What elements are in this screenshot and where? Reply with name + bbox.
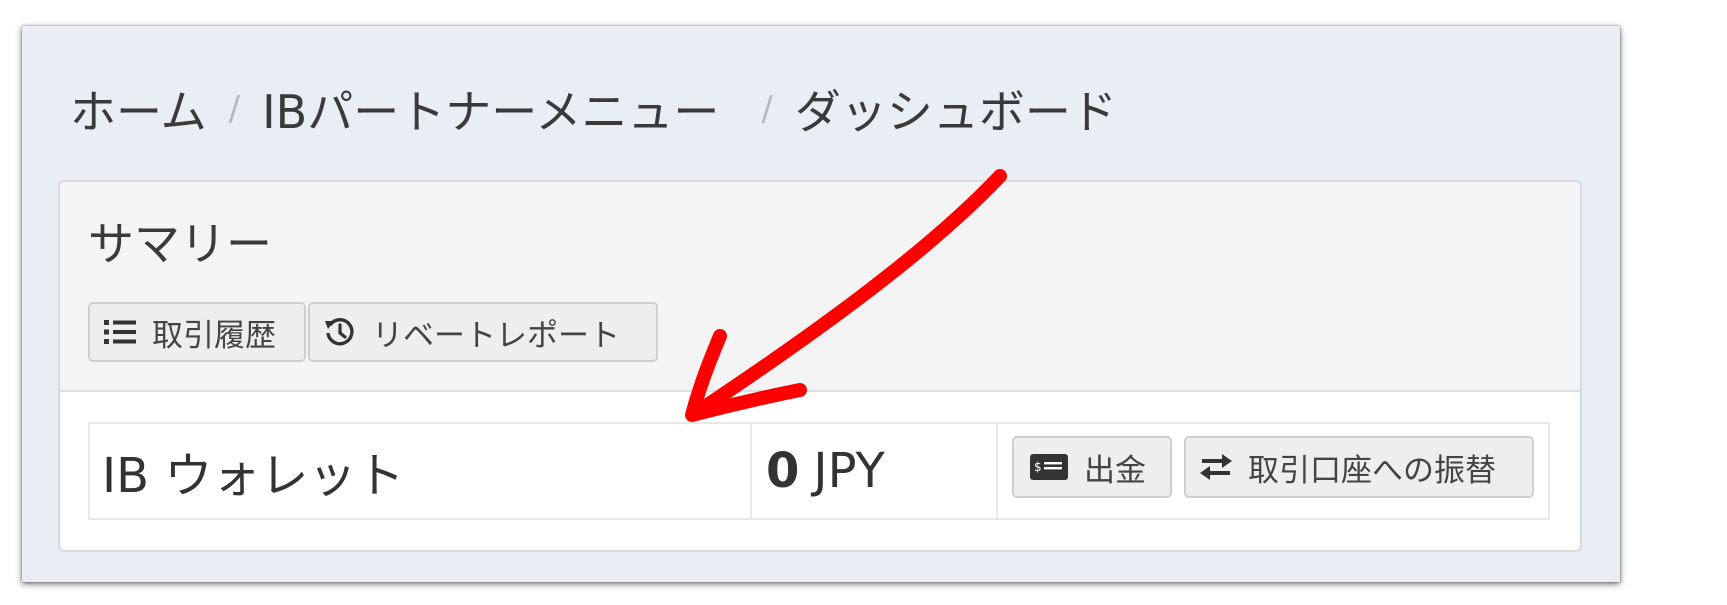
breadcrumb-ib-menu[interactable]: IBパートナーメニュー	[262, 76, 719, 142]
breadcrumb-home[interactable]: ホーム	[70, 76, 207, 142]
breadcrumb-current: ダッシュボード	[794, 85, 1117, 139]
transfer-button[interactable]: 取引口座への振替	[1184, 436, 1534, 498]
withdraw-button[interactable]: $ 出金	[1012, 436, 1172, 498]
wallet-row: IB ウォレット 0 JPY $ 出金 取引口座への振替	[88, 422, 1550, 520]
wallet-amount: 0	[766, 443, 800, 499]
summary-panel: サマリー 取引履歴 リベートレポート IB ウォレット 0 JPY $ 出金 取…	[58, 180, 1582, 552]
rebate-report-button[interactable]: リベートレポート	[308, 302, 658, 362]
wallet-actions: $ 出金 取引口座への振替	[998, 424, 1548, 518]
svg-text:$: $	[1034, 460, 1042, 474]
wallet-currency: JPY	[813, 443, 885, 499]
rebate-report-label: リベートレポート	[372, 317, 620, 354]
wallet-balance: 0 JPY	[752, 424, 998, 518]
dashboard-frame: ホーム / IBパートナーメニュー / ダッシュボード サマリー 取引履歴 リベ…	[22, 26, 1620, 582]
trade-history-label: 取引履歴	[152, 317, 276, 354]
summary-panel-header: サマリー 取引履歴 リベートレポート	[60, 182, 1580, 392]
list-icon	[104, 319, 136, 345]
panel-title: サマリー	[88, 217, 272, 271]
money-check-icon: $	[1030, 454, 1068, 480]
transfer-label: 取引口座への振替	[1248, 452, 1496, 489]
breadcrumb-separator: /	[228, 89, 241, 129]
withdraw-label: 出金	[1084, 452, 1146, 489]
exchange-arrows-icon	[1200, 454, 1232, 480]
breadcrumb-separator: /	[761, 89, 773, 129]
history-clock-icon	[324, 316, 356, 348]
breadcrumb: ホーム / IBパートナーメニュー / ダッシュボード	[70, 76, 1117, 142]
wallet-name: IB ウォレット	[90, 424, 752, 518]
trade-history-button[interactable]: 取引履歴	[88, 302, 306, 362]
